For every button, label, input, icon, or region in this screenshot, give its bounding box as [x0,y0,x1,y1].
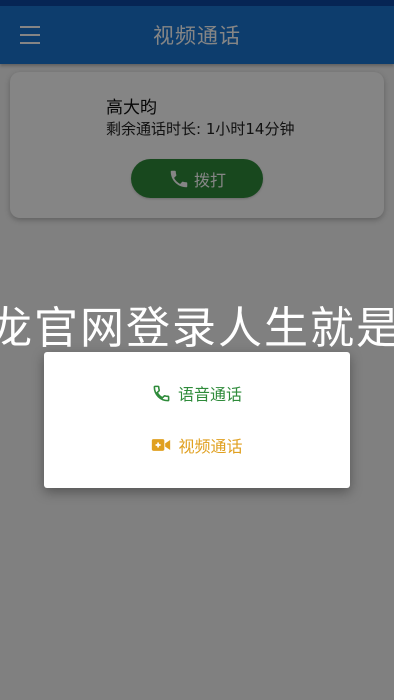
video-call-label: 视频通话 [178,437,243,456]
overlay-banner-text: 龙官网登录人生就是博登 [0,303,394,354]
phone-icon [153,385,170,401]
video-camera-icon [152,439,171,451]
call-type-dialog: 语音通话 视频通话 [44,352,350,488]
voice-call-label: 语音通话 [177,385,242,404]
voice-call-option[interactable]: 语音通话 [44,373,350,413]
video-call-screen: 视频通话 高大昀 剩余通话时长: 1小时14分钟 拨打 龙官网登录人生就是博登 … [0,0,394,700]
video-call-option[interactable]: 视频通话 [44,425,350,465]
